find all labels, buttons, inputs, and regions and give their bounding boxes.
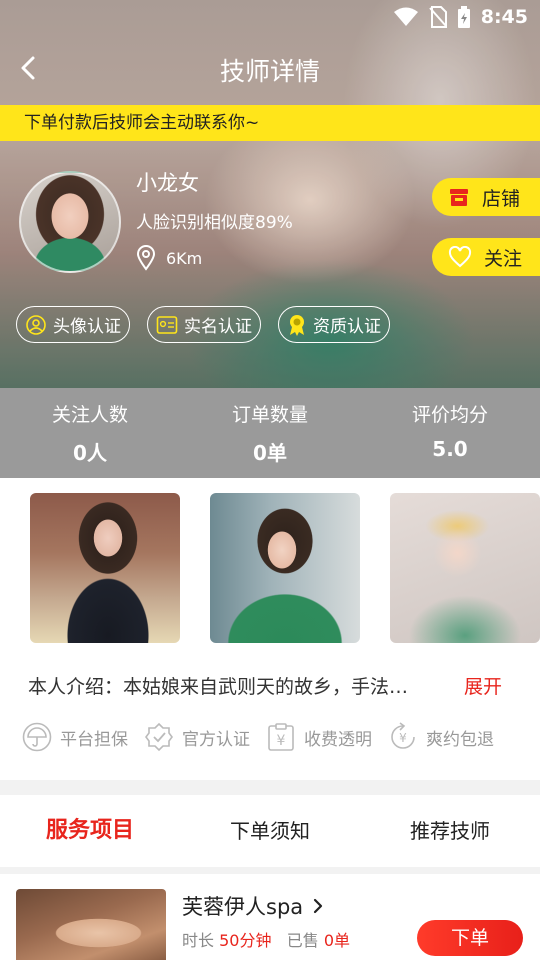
follow-label: 关注	[484, 247, 523, 270]
guarantee-label: 收费透明	[304, 729, 372, 750]
service-name-row[interactable]: 芙蓉伊人spa	[182, 891, 323, 921]
badge-realname-verified: 实名认证	[147, 306, 261, 343]
stat-value: 5.0	[432, 437, 468, 461]
umbrella-icon	[22, 722, 52, 752]
guarantee-label: 爽约包退	[426, 729, 494, 750]
tab-order-notice[interactable]: 下单须知	[180, 795, 360, 867]
shop-button[interactable]: 店铺	[432, 178, 540, 216]
badge-label: 资质认证	[313, 317, 381, 337]
heart-icon	[448, 246, 472, 268]
service-image	[16, 889, 166, 960]
avatar[interactable]	[19, 171, 121, 273]
distance-value: 6Km	[166, 248, 203, 268]
chevron-right-icon	[314, 898, 323, 914]
badge-avatar-verified: 头像认证	[16, 306, 130, 343]
page-title: 技师详情	[219, 57, 320, 86]
nav-bar: 技师详情	[0, 40, 540, 96]
stat-label: 关注人数	[51, 404, 128, 426]
shop-icon	[450, 189, 468, 206]
guarantee-transparent: ¥ 收费透明	[266, 722, 372, 752]
follow-button[interactable]: 关注	[432, 238, 540, 276]
guarantee-platform: 平台担保	[22, 722, 128, 752]
service-item[interactable]: 芙蓉伊人spa 时长 50分钟 已售 0单 下单	[0, 874, 540, 960]
stats-bar: 关注人数 0人 订单数量 0单 评价均分 5.0	[0, 388, 540, 478]
service-name: 芙蓉伊人spa	[182, 895, 304, 919]
profile-card: 本人介绍：本姑娘来自武则天的故乡，手法… 展开 平台担保 官方认证 ¥ 收费透明…	[0, 478, 540, 780]
guarantee-official: 官方认证	[144, 722, 250, 752]
stat-label: 订单数量	[231, 404, 308, 426]
svg-text:¥: ¥	[399, 731, 407, 745]
shop-label: 店铺	[482, 187, 521, 210]
tab-recommended[interactable]: 推荐技师	[360, 795, 540, 867]
stat-value: 0单	[253, 441, 287, 465]
status-time: 8:45	[480, 6, 528, 28]
gallery-photo[interactable]	[210, 493, 360, 643]
gallery-photo[interactable]	[30, 493, 180, 643]
stat-rating: 评价均分 5.0	[360, 388, 540, 478]
order-button[interactable]: 下单	[417, 920, 523, 956]
refund-icon: ¥	[391, 722, 415, 749]
svg-text:¥: ¥	[277, 733, 286, 749]
verified-check-icon	[145, 722, 173, 752]
service-meta: 时长 50分钟 已售 0单	[182, 927, 350, 951]
expand-link[interactable]: 展开	[464, 672, 502, 699]
sold-label: 已售	[286, 931, 319, 950]
duration-label: 时长	[182, 931, 215, 950]
tab-bar: 服务项目 下单须知 推荐技师	[0, 795, 540, 867]
yuan-clipboard-icon: ¥	[268, 723, 294, 751]
notice-banner: 下单付款后技师会主动联系你~	[0, 105, 540, 141]
id-card-icon	[156, 315, 178, 334]
location-pin-icon	[136, 245, 156, 271]
guarantee-label: 平台担保	[60, 729, 128, 750]
certification-badges: 头像认证 实名认证 资质认证	[16, 306, 390, 343]
stat-orders: 订单数量 0单	[180, 388, 360, 478]
battery-icon	[457, 6, 470, 28]
stat-label: 评价均分	[411, 404, 488, 426]
avatar-verified-icon	[26, 314, 46, 335]
badge-label: 实名认证	[184, 317, 252, 337]
therapist-name: 小龙女	[136, 171, 199, 195]
sold-value: 0单	[323, 931, 351, 950]
distance-row: 6Km	[136, 245, 202, 271]
guarantee-label: 官方认证	[182, 729, 250, 750]
guarantee-row: 平台担保 官方认证 ¥ 收费透明 ¥ 爽约包退	[22, 722, 494, 752]
no-sim-icon	[428, 6, 447, 28]
medal-icon	[290, 314, 304, 336]
stat-followers: 关注人数 0人	[0, 388, 180, 478]
duration-value: 50分钟	[219, 931, 272, 950]
gallery-photo[interactable]	[390, 493, 540, 643]
badge-label: 头像认证	[53, 317, 121, 337]
face-similarity: 人脸识别相似度89%	[136, 213, 293, 233]
badge-qualification-verified: 资质认证	[278, 306, 390, 343]
intro-text: 本人介绍：本姑娘来自武则天的故乡，手法…	[28, 676, 409, 698]
status-bar: 8:45	[0, 0, 540, 36]
tab-services[interactable]: 服务项目	[0, 795, 180, 867]
wifi-icon	[393, 7, 418, 26]
guarantee-refund: ¥ 爽约包退	[388, 722, 494, 752]
stat-value: 0人	[73, 441, 107, 465]
